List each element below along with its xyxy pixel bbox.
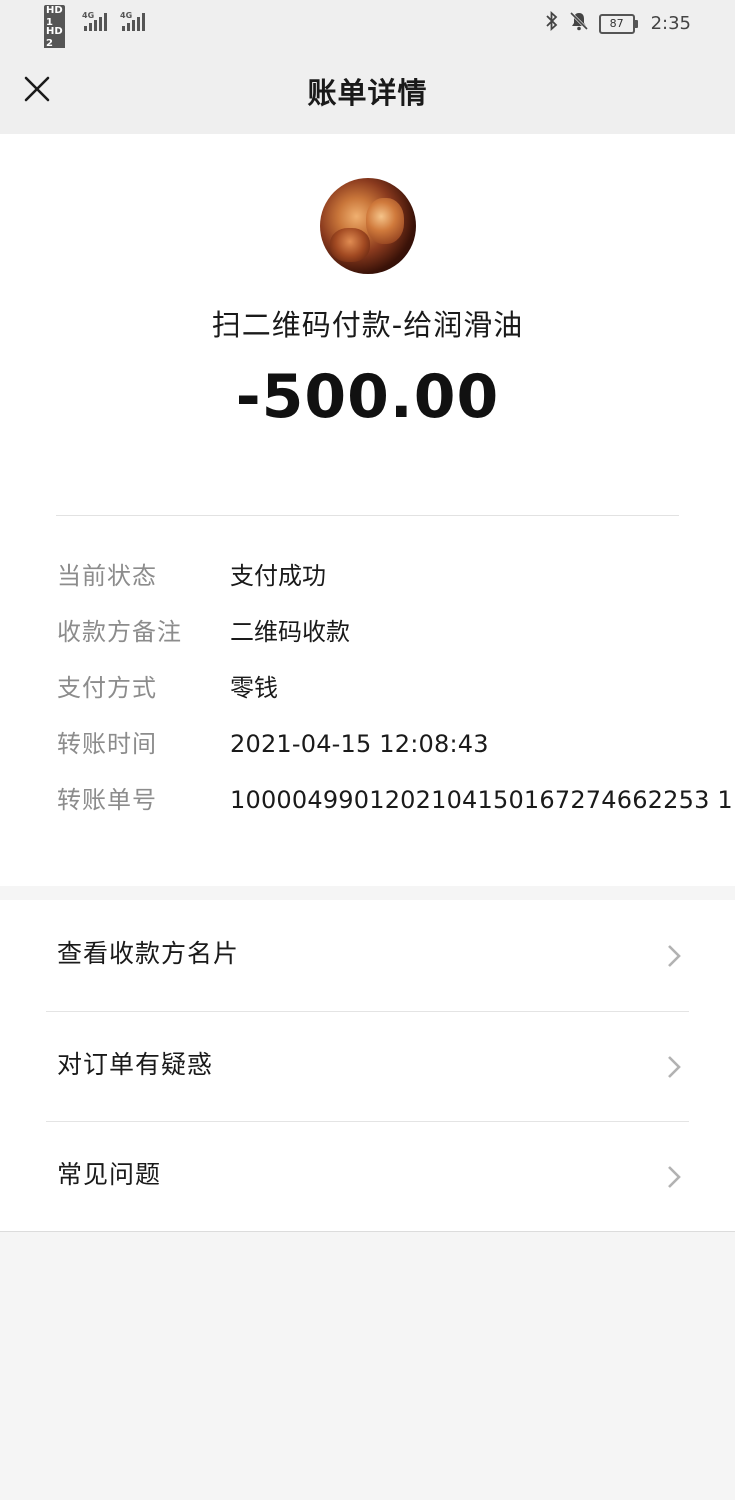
- detail-value: 二维码收款: [230, 618, 350, 646]
- detail-value[interactable]: 1000049901202104150167274662253 1: [230, 780, 733, 820]
- chevron-right-icon: [668, 1056, 681, 1078]
- bluetooth-icon: [545, 10, 559, 36]
- chevron-right-icon: [668, 945, 681, 967]
- detail-value: 支付成功: [230, 562, 326, 590]
- network-type-label: 4G: [120, 11, 133, 20]
- mute-bell-icon: [569, 11, 589, 36]
- bill-card: 扫二维码付款-给润滑油 -500.00 当前状态 支付成功 收款方备注 二维码收…: [0, 134, 735, 886]
- chevron-right-icon: [668, 1166, 681, 1188]
- network-type-label: 4G: [82, 11, 95, 20]
- clock: 2:35: [650, 13, 691, 34]
- detail-label: 转账时间: [57, 730, 157, 758]
- status-bar: HD 1 HD 2 4G 4G 87 2:35: [0, 0, 735, 50]
- detail-label: 收款方备注: [57, 618, 182, 646]
- nav-bar: 账单详情: [0, 48, 735, 134]
- payment-amount: -500.00: [235, 362, 500, 432]
- link-label: 查看收款方名片: [57, 939, 240, 968]
- action-list: 查看收款方名片 对订单有疑惑 常见问题: [0, 900, 735, 1232]
- detail-label: 当前状态: [57, 562, 157, 590]
- status-icons: 87 2:35: [545, 10, 691, 36]
- merchant-name: 扫二维码付款-给润滑油: [211, 308, 524, 342]
- signal-bars-icon: 4G: [120, 11, 145, 31]
- link-label: 常见问题: [57, 1160, 162, 1189]
- view-payee-card-link[interactable]: 查看收款方名片: [0, 900, 735, 1010]
- detail-label: 支付方式: [57, 674, 157, 702]
- faq-link[interactable]: 常见问题: [0, 1121, 735, 1231]
- merchant-avatar[interactable]: [320, 178, 416, 274]
- order-question-link[interactable]: 对订单有疑惑: [0, 1011, 735, 1121]
- detail-value: 2021-04-15 12:08:43: [230, 730, 489, 758]
- hd2-badge: HD 2: [44, 26, 65, 50]
- detail-label: 转账单号: [57, 786, 157, 814]
- page-title: 账单详情: [307, 76, 428, 110]
- detail-value: 零钱: [230, 674, 278, 702]
- link-label: 对订单有疑惑: [57, 1050, 214, 1079]
- divider: [56, 515, 679, 516]
- battery-icon: 87: [598, 13, 638, 34]
- signal-bars-icon: 4G: [82, 11, 107, 31]
